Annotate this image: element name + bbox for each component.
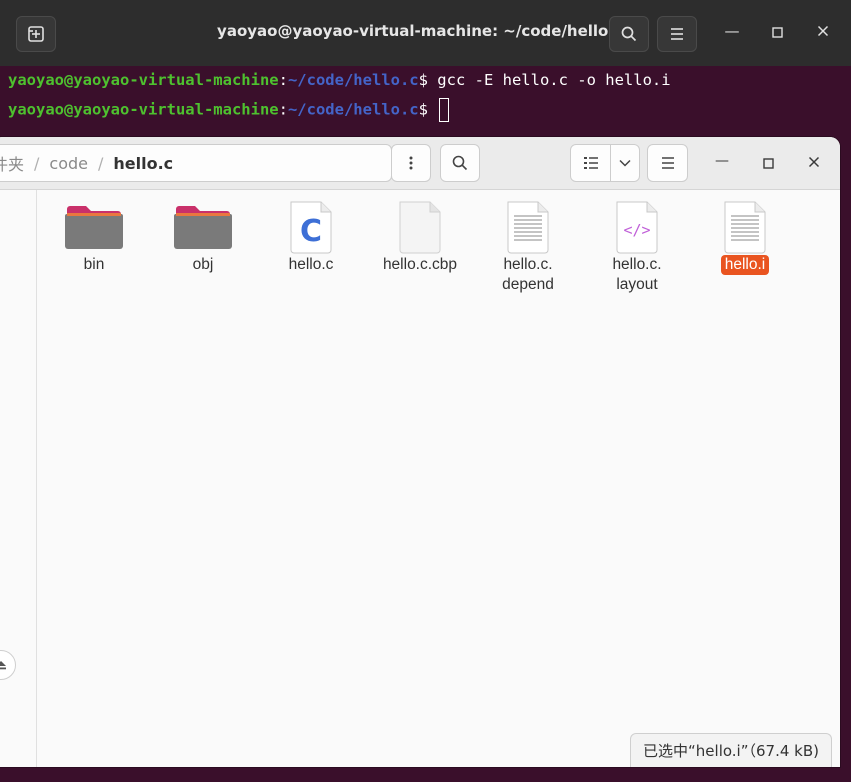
terminal-maximize-button[interactable] (767, 24, 787, 42)
terminal-close-button[interactable] (813, 23, 833, 41)
file-name: bin (83, 256, 105, 273)
search-icon (452, 155, 468, 171)
generic-file-icon (390, 196, 450, 254)
breadcrumb-separator: / (34, 153, 40, 173)
new-tab-icon (28, 26, 44, 42)
command-text: gcc -E hello.c -o hello.i (437, 71, 671, 89)
files-maximize-button[interactable] (758, 157, 778, 173)
breadcrumb-folder-partial[interactable]: 件夹 (0, 151, 24, 175)
maximize-icon (762, 158, 774, 169)
file-name-selected: hello.i (720, 255, 770, 275)
file-item-hello-c-cbp[interactable]: hello.c.cbp (370, 190, 470, 275)
file-item-hello-c[interactable]: C hello.c (261, 190, 361, 275)
prompt-user-host: yaoyao@yaoyao-virtual-machine (8, 100, 279, 119)
file-name: hello.c (288, 256, 334, 273)
breadcrumb-current[interactable]: hello.c (113, 154, 173, 173)
prompt-symbol: $ (418, 100, 438, 119)
files-minimize-button[interactable]: — (712, 153, 732, 169)
prompt-symbol: $ (418, 71, 438, 89)
svg-text:</>: </> (623, 221, 650, 239)
xml-file-icon: </> (607, 196, 667, 254)
chevron-down-icon (619, 159, 631, 167)
prompt-colon: : (278, 100, 288, 119)
file-item-obj[interactable]: obj (153, 190, 253, 275)
terminal-line: yaoyao@yaoyao-virtual-machine:~/code/hel… (8, 98, 450, 122)
files-header-bar: 件夹 / code / hello.c — (0, 137, 840, 190)
file-item-hello-c-depend[interactable]: hello.c. depend (478, 190, 578, 295)
svg-text:C: C (300, 214, 322, 249)
view-mode-button[interactable] (570, 144, 611, 182)
view-options-dropdown[interactable] (610, 144, 640, 182)
terminal-menu-button[interactable] (657, 16, 697, 52)
new-tab-button[interactable] (16, 16, 56, 52)
files-window: 件夹 / code / hello.c — bin obj C hello.c … (0, 137, 840, 767)
search-icon (621, 26, 637, 42)
prompt-colon: : (278, 71, 288, 89)
file-item-hello-i[interactable]: hello.i (695, 190, 795, 275)
hamburger-menu-icon (671, 28, 683, 40)
eject-icon (0, 661, 6, 670)
terminal-search-button[interactable] (609, 16, 649, 52)
file-item-bin[interactable]: bin (44, 190, 144, 275)
prompt-path: ~/code/hello.c (287, 71, 419, 89)
maximize-icon (771, 27, 783, 38)
eject-button[interactable] (0, 650, 16, 680)
list-view-icon (583, 157, 598, 169)
selection-status: 已选中“hello.i”（67.4 kB) (630, 733, 832, 767)
close-icon (817, 25, 829, 37)
breadcrumb: 件夹 / code / hello.c (0, 144, 392, 182)
prompt-path: ~/code/hello.c (287, 100, 419, 119)
files-menu-button[interactable] (647, 144, 688, 182)
file-name: hello.c. layout (612, 256, 662, 293)
file-grid[interactable]: bin obj C hello.c hello.c.cbp hello.c. d… (37, 190, 840, 767)
file-name: obj (192, 256, 214, 273)
close-icon (808, 156, 820, 168)
hamburger-menu-icon (661, 157, 674, 169)
text-file-icon (498, 196, 558, 254)
c-source-file-icon: C (281, 196, 341, 254)
path-options-button[interactable] (391, 144, 431, 182)
folder-icon (173, 196, 233, 254)
terminal-header-bar: yaoyao@yaoyao-virtual-machine: ~/code/he… (0, 0, 851, 66)
file-name: hello.c. depend (502, 256, 554, 293)
terminal-minimize-button[interactable]: — (722, 22, 742, 40)
terminal-line: yaoyao@yaoyao-virtual-machine:~/code/hel… (8, 71, 671, 89)
files-close-button[interactable] (804, 156, 824, 172)
file-name: hello.c.cbp (382, 256, 458, 273)
files-sidebar (0, 190, 37, 767)
vertical-ellipsis-icon (409, 156, 413, 170)
text-file-icon (715, 196, 775, 254)
folder-icon (64, 196, 124, 254)
prompt-user-host: yaoyao@yaoyao-virtual-machine (8, 71, 279, 89)
files-search-button[interactable] (440, 144, 480, 182)
breadcrumb-separator: / (98, 153, 104, 173)
file-item-hello-c-layout[interactable]: </> hello.c. layout (587, 190, 687, 295)
breadcrumb-code[interactable]: code (49, 154, 88, 173)
terminal-cursor (439, 98, 450, 122)
